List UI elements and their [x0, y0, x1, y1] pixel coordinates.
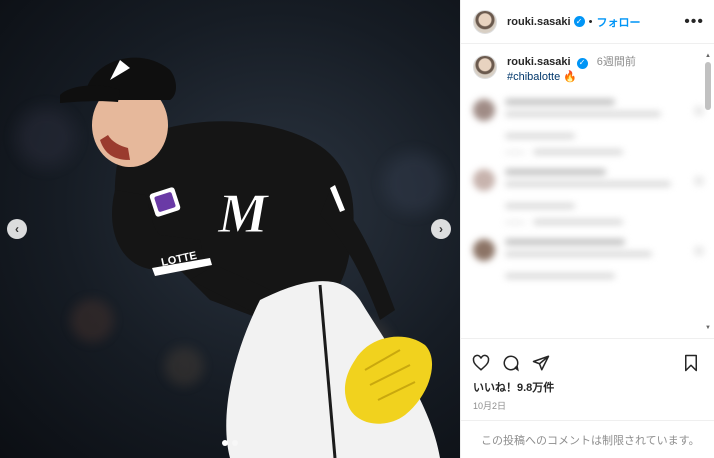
comment-meta [505, 273, 703, 279]
carousel-dots [222, 440, 238, 446]
heart-icon [472, 354, 490, 371]
view-replies [505, 219, 703, 225]
post-photo[interactable]: M LOTTE ‹ › [0, 0, 460, 458]
comments-restricted-notice: この投稿へのコメントは制限されています。 [461, 420, 714, 458]
verified-badge-icon: ✓ [573, 16, 585, 27]
fire-emoji: 🔥 [563, 71, 577, 83]
caption-time: 6週間前 [596, 56, 636, 68]
next-photo-button[interactable]: › [431, 219, 451, 239]
like-button[interactable] [471, 353, 491, 373]
author-avatar[interactable] [473, 9, 497, 34]
more-options-icon[interactable]: ••• [684, 13, 704, 31]
author-username[interactable]: rouki.sasaki [507, 16, 571, 28]
bookmark-icon [685, 354, 697, 372]
hashtag-link[interactable]: #chibalotte [507, 71, 560, 83]
view-replies [505, 149, 703, 155]
comment-item [473, 239, 703, 263]
scrollbar-thumb[interactable] [705, 62, 711, 110]
scroll-down-icon[interactable]: ▼ [704, 324, 712, 332]
pitcher-illustration: M LOTTE [60, 57, 440, 458]
blurred-comments [461, 99, 714, 279]
previous-photo-button[interactable]: ‹ [7, 219, 27, 239]
comment-item [473, 169, 703, 193]
post-date[interactable]: 10月2日 [461, 399, 714, 412]
share-button[interactable] [531, 353, 551, 373]
heart-icon [695, 247, 703, 255]
post-header: rouki.sasaki ✓ • フォロー ••• [461, 0, 714, 44]
commenter-avatar [473, 169, 495, 191]
post-actions: いいね！9.8万件 10月2日 [461, 338, 714, 426]
comment-meta [505, 203, 703, 209]
verified-badge-icon: ✓ [576, 57, 588, 69]
jersey-logo: M [217, 183, 270, 245]
carousel-dot [222, 440, 228, 446]
comment-meta [505, 133, 703, 139]
commenter-avatar [473, 99, 495, 121]
share-icon [532, 355, 550, 371]
post-caption: rouki.sasaki ✓ 6週間前 #chibalotte 🔥 [461, 45, 714, 85]
comment-item [473, 99, 703, 123]
caption-avatar[interactable] [473, 55, 497, 79]
heart-icon [695, 177, 703, 185]
separator-dot: • [588, 15, 593, 28]
comment-button[interactable] [501, 353, 521, 373]
heart-icon [695, 107, 703, 115]
follow-button[interactable]: フォロー [596, 14, 640, 30]
comments-scrollbar[interactable]: ▲ ▼ [704, 52, 712, 332]
scroll-up-icon[interactable]: ▲ [704, 52, 712, 60]
comments-section[interactable]: rouki.sasaki ✓ 6週間前 #chibalotte 🔥 [461, 45, 714, 335]
carousel-dot [232, 440, 238, 446]
caption-username[interactable]: rouki.sasaki [507, 56, 571, 68]
chevron-right-icon: › [439, 222, 443, 236]
save-button[interactable] [681, 353, 701, 373]
post-side-panel: rouki.sasaki ✓ • フォロー ••• rouki.sasaki ✓… [460, 0, 714, 458]
commenter-avatar [473, 239, 495, 261]
chevron-left-icon: ‹ [15, 222, 19, 236]
like-count[interactable]: いいね！9.8万件 [461, 379, 714, 395]
comment-icon [503, 355, 519, 372]
